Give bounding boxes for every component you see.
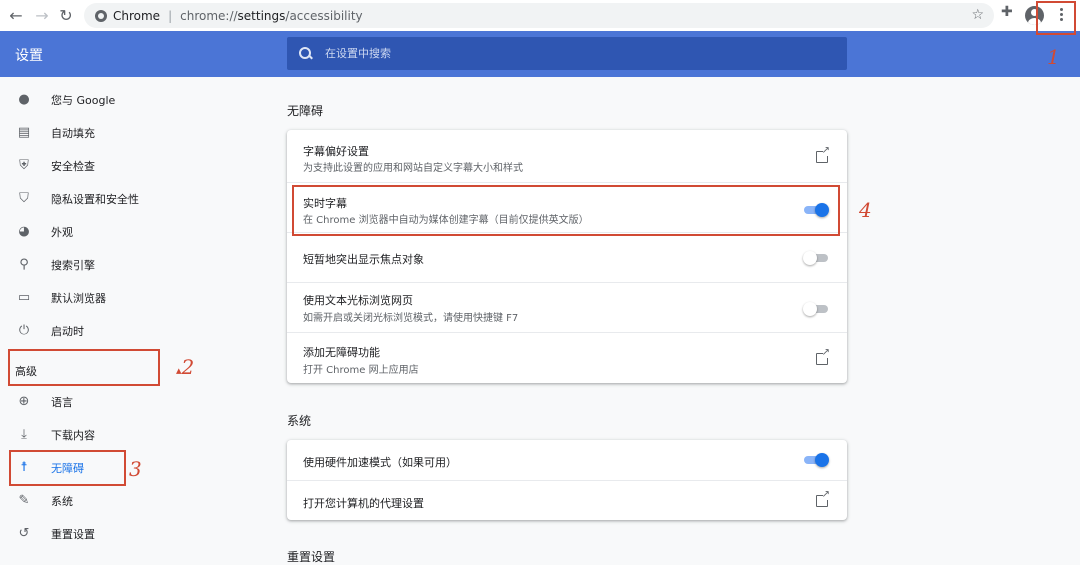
annotation-number-2: ▴2 xyxy=(176,355,195,379)
toggle-knob xyxy=(803,302,817,316)
row-subtitle: 打开 Chrome 网上应用店 xyxy=(303,365,419,376)
divider: | xyxy=(168,8,173,23)
focus-highlight-toggle[interactable] xyxy=(803,251,829,265)
sidebar-item-languages[interactable]: ⊕ 语言 xyxy=(0,385,250,418)
person-icon: ● xyxy=(18,92,30,107)
search-icon: ⚲ xyxy=(19,257,29,272)
forward-arrow-icon[interactable]: → xyxy=(32,5,52,25)
sidebar-item-label: 下载内容 xyxy=(51,428,95,442)
shield-icon: ⛉ xyxy=(19,191,29,206)
row-title: 使用文本光标浏览网页 xyxy=(303,294,413,307)
globe-icon: ⊕ xyxy=(18,394,30,409)
sidebar-item-downloads[interactable]: ⤓ 下载内容 xyxy=(0,418,250,451)
sidebar-item-privacy[interactable]: ⛉ 隐私设置和安全性 xyxy=(0,182,250,215)
extensions-icon[interactable]: ✚ xyxy=(1001,4,1013,20)
row-title: 字幕偏好设置 xyxy=(303,145,369,158)
clipboard-icon: ▤ xyxy=(17,125,31,140)
sidebar-item-autofill[interactable]: ▤ 自动填充 xyxy=(0,116,250,149)
annotation-number-3: 3 xyxy=(129,457,142,481)
row-proxy-settings[interactable]: 打开您计算机的代理设置 xyxy=(287,480,847,520)
restore-icon: ↺ xyxy=(18,526,30,541)
section-title-accessibility: 无障碍 xyxy=(287,104,324,118)
hardware-acceleration-toggle[interactable] xyxy=(803,453,829,467)
annotation-box-advanced xyxy=(8,349,160,386)
sidebar-item-default-browser[interactable]: ▭ 默认浏览器 xyxy=(0,281,250,314)
caret-browsing-toggle[interactable] xyxy=(803,302,829,316)
address-bar[interactable]: Chrome | chrome://settings/accessibility… xyxy=(84,3,994,28)
row-focus-highlight[interactable]: 短暂地突出显示焦点对象 xyxy=(287,232,847,282)
toggle-knob xyxy=(803,251,817,265)
row-hardware-acceleration[interactable]: 使用硬件加速模式（如果可用） xyxy=(287,440,847,480)
row-title: 使用硬件加速模式（如果可用） xyxy=(303,456,457,469)
palette-icon: ◕ xyxy=(18,224,30,239)
annotation-number-4: 4 xyxy=(859,198,872,222)
section-title-system: 系统 xyxy=(287,414,312,428)
sidebar-item-label: 外观 xyxy=(51,225,73,239)
accessibility-card: 字幕偏好设置 为支持此设置的应用和网站自定义字幕大小和样式 实时字幕 在 Chr… xyxy=(287,130,847,383)
search-input[interactable] xyxy=(325,47,825,60)
sidebar-item-label: 系统 xyxy=(51,494,73,508)
row-title: 短暂地突出显示焦点对象 xyxy=(303,253,424,266)
sidebar-item-system[interactable]: ✎ 系统 xyxy=(0,484,250,517)
sidebar-item-label: 语言 xyxy=(51,395,73,409)
row-subtitle: 为支持此设置的应用和网站自定义字幕大小和样式 xyxy=(303,163,523,174)
toggle-knob xyxy=(815,453,829,467)
row-title: 添加无障碍功能 xyxy=(303,346,380,359)
row-subtitle: 如需开启或关闭光标浏览模式，请使用快捷键 F7 xyxy=(303,313,519,324)
sidebar-item-startup[interactable]: ⏻ 启动时 xyxy=(0,314,250,347)
search-icon xyxy=(299,46,313,61)
row-title: 打开您计算机的代理设置 xyxy=(303,497,424,510)
power-icon: ⏻ xyxy=(18,323,30,338)
annotation-box-menu xyxy=(1036,1,1076,35)
sidebar-item-label: 自动填充 xyxy=(51,126,95,140)
wrench-icon: ✎ xyxy=(18,493,30,508)
browser-icon: ▭ xyxy=(17,290,31,305)
sidebar-item-reset[interactable]: ↺ 重置设置 xyxy=(0,517,250,550)
external-link-icon[interactable] xyxy=(816,490,830,507)
sidebar-item-label: 隐私设置和安全性 xyxy=(51,192,139,206)
sidebar-item-label: 您与 Google xyxy=(51,93,116,107)
sidebar-item-label: 启动时 xyxy=(51,324,84,338)
bookmark-star-icon[interactable]: ☆ xyxy=(971,7,984,23)
download-icon: ⤓ xyxy=(21,427,27,442)
settings-header: 设置 xyxy=(0,31,1080,77)
annotation-box-live-caption xyxy=(292,185,840,236)
annotation-number-1: 1 xyxy=(1047,45,1060,69)
page-title: 设置 xyxy=(15,48,43,64)
browser-toolbar: ← → ↻ Chrome | chrome://settings/accessi… xyxy=(0,0,1080,31)
external-link-icon[interactable] xyxy=(816,348,830,365)
sidebar-item-label: 安全检查 xyxy=(51,159,95,173)
settings-search[interactable] xyxy=(287,37,847,70)
sidebar-item-appearance[interactable]: ◕ 外观 xyxy=(0,215,250,248)
annotation-box-accessibility xyxy=(9,450,126,486)
external-link-icon[interactable] xyxy=(816,146,830,163)
row-caption-preferences[interactable]: 字幕偏好设置 为支持此设置的应用和网站自定义字幕大小和样式 xyxy=(287,130,847,182)
tab-label: Chrome xyxy=(113,8,161,23)
section-title-reset: 重置设置 xyxy=(287,550,336,564)
row-add-accessibility-features[interactable]: 添加无障碍功能 打开 Chrome 网上应用店 xyxy=(287,332,847,383)
reload-icon[interactable]: ↻ xyxy=(56,5,76,25)
sidebar-item-label: 默认浏览器 xyxy=(51,291,106,305)
sidebar-item-label: 重置设置 xyxy=(51,527,95,541)
chrome-icon xyxy=(95,9,107,22)
sidebar-item-google[interactable]: ● 您与 Google xyxy=(0,83,250,116)
url-text: chrome://settings/accessibility xyxy=(180,8,363,23)
sidebar-item-safety-check[interactable]: ⛨ 安全检查 xyxy=(0,149,250,182)
row-caret-browsing[interactable]: 使用文本光标浏览网页 如需开启或关闭光标浏览模式，请使用快捷键 F7 xyxy=(287,282,847,332)
back-arrow-icon[interactable]: ← xyxy=(6,5,26,25)
sidebar-item-label: 搜索引擎 xyxy=(51,258,95,272)
sidebar-item-search-engine[interactable]: ⚲ 搜索引擎 xyxy=(0,248,250,281)
system-card: 使用硬件加速模式（如果可用） 打开您计算机的代理设置 xyxy=(287,440,847,520)
shield-check-icon: ⛨ xyxy=(19,158,29,173)
